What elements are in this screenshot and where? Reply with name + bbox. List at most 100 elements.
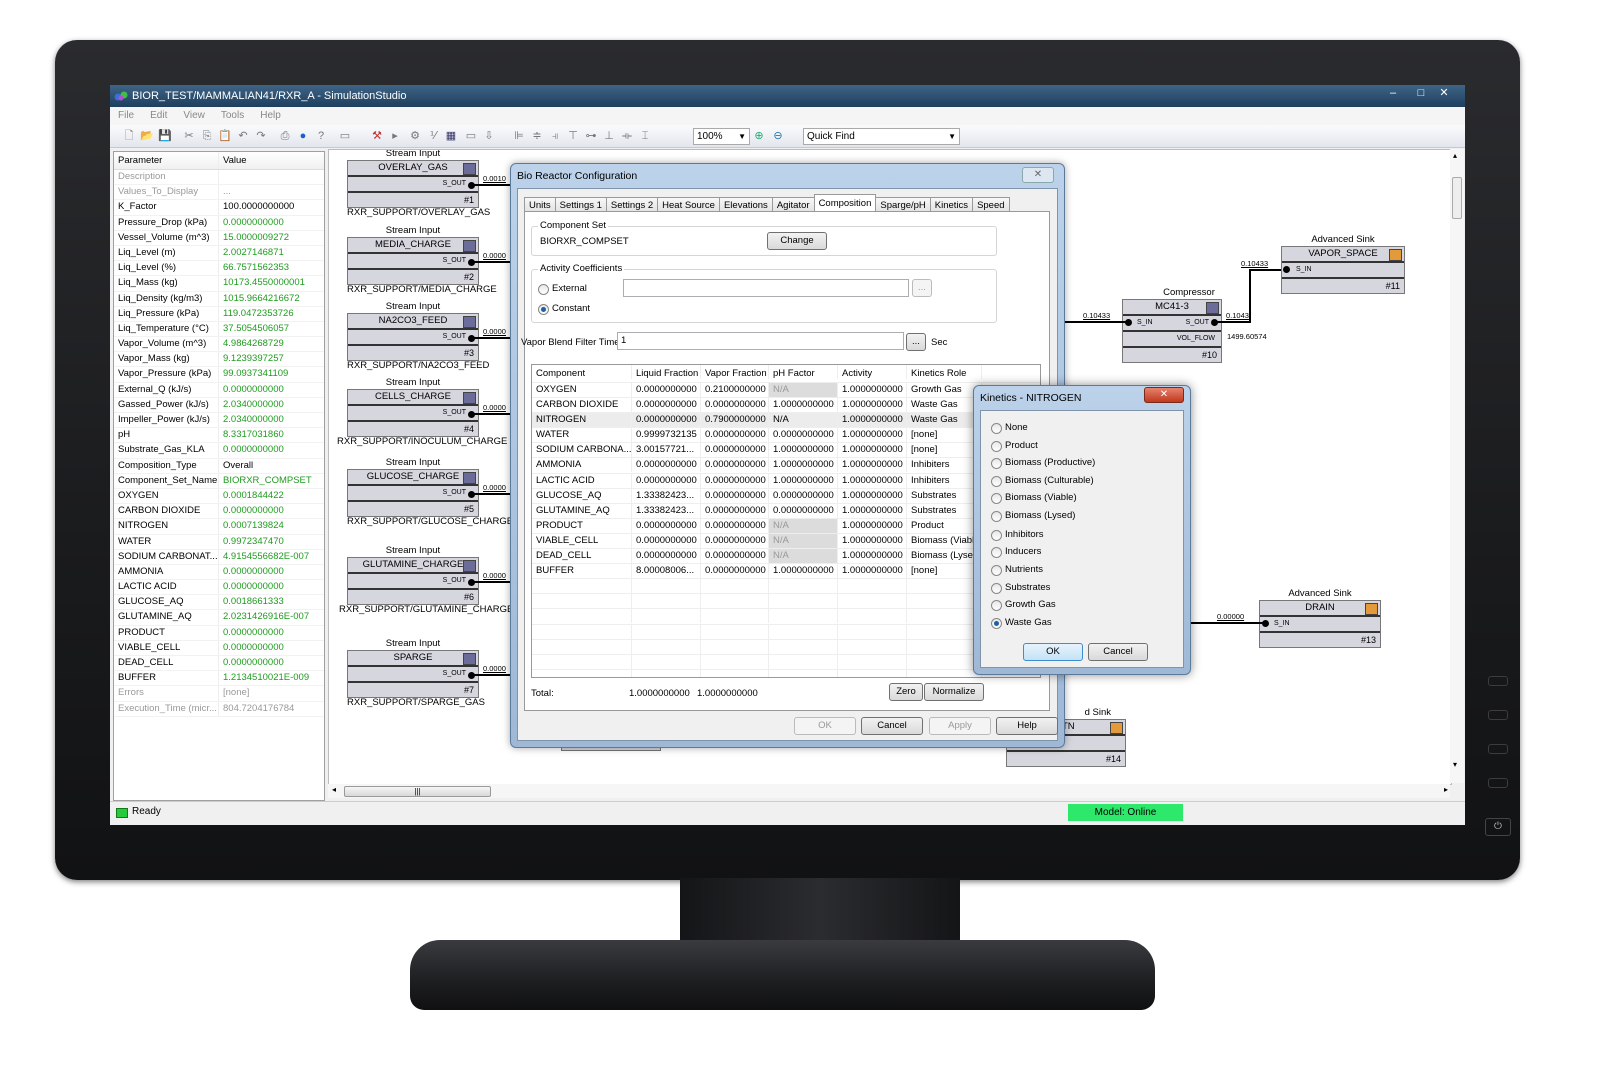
property-row[interactable]: GLUCOSE_AQ 0.0018661333: [114, 595, 324, 611]
output-port[interactable]: S_OUT: [348, 254, 478, 270]
grid-cell[interactable]: Biomass (Viable): [907, 533, 982, 548]
column-header-value[interactable]: Value: [219, 152, 247, 169]
grid-cell[interactable]: N/A: [769, 533, 838, 548]
stream-connection[interactable]: [1249, 269, 1251, 323]
paste-icon[interactable]: 📋: [218, 129, 232, 143]
grid-cell[interactable]: 0.0000000000: [701, 533, 769, 548]
grid-cell[interactable]: N/A: [769, 518, 838, 533]
output-port[interactable]: S_OUT: [348, 667, 478, 683]
kinetics-option-radio[interactable]: [991, 476, 1002, 487]
stream-input-block[interactable]: OVERLAY_GAS S_OUT #1: [347, 160, 479, 208]
advanced-sink-block[interactable]: DRAIN S_IN #13: [1259, 600, 1381, 648]
grid-cell[interactable]: 0.9999732135: [632, 428, 701, 443]
grid-cell[interactable]: 1.33382423...: [632, 488, 701, 503]
property-row[interactable]: Liq_Density (kg/m3) 1015.9664216672: [114, 291, 324, 307]
column-header[interactable]: pH Factor: [769, 365, 838, 379]
browse-button[interactable]: ...: [912, 279, 932, 297]
ok-button[interactable]: OK: [1023, 643, 1083, 661]
property-row[interactable]: OXYGEN 0.0001844422: [114, 488, 324, 505]
stream-connection[interactable]: [474, 184, 514, 186]
grid-cell[interactable]: 0.0000000000: [701, 443, 769, 458]
grid-cell[interactable]: 1.0000000000: [838, 533, 907, 548]
grid-cell[interactable]: 1.0000000000: [838, 473, 907, 488]
property-row[interactable]: NITROGEN 0.0007139824: [114, 519, 324, 535]
run-icon[interactable]: ▸: [388, 129, 402, 143]
scroll-up-icon[interactable]: ▴: [1453, 151, 1457, 160]
grid-cell[interactable]: 3.00157721...: [632, 443, 701, 458]
stream-input-block[interactable]: SPARGE S_OUT #7: [347, 650, 479, 698]
property-row[interactable]: Values_To_Display...: [114, 185, 324, 201]
constant-radio[interactable]: [538, 304, 549, 315]
vapor-blend-browse-button[interactable]: ...: [906, 333, 926, 351]
redo-icon[interactable]: ↷: [254, 129, 268, 143]
grid-cell[interactable]: 1.0000000000: [838, 443, 907, 458]
property-row[interactable]: Pressure_Drop (kPa) 0.0000000000: [114, 215, 324, 231]
grid-cell[interactable]: 1.0000000000: [838, 428, 907, 443]
grid-cell[interactable]: 1.0000000000: [769, 443, 838, 458]
apply-button[interactable]: Apply: [929, 717, 991, 735]
grid-cell[interactable]: 1.0000000000: [769, 564, 838, 579]
scroll-thumb[interactable]: [1452, 177, 1462, 219]
export-icon[interactable]: ⇩: [482, 129, 496, 143]
quick-find-select[interactable]: Quick Find ▼: [803, 128, 960, 145]
normalize-button[interactable]: Normalize: [924, 683, 984, 701]
grid-cell[interactable]: 1.0000000000: [769, 398, 838, 413]
property-row[interactable]: Liq_Temperature (°C) 37.5054506057: [114, 321, 324, 338]
property-row[interactable]: pH 8.3317031860: [114, 428, 324, 444]
menu-help[interactable]: Help: [252, 107, 289, 125]
grid-cell[interactable]: 1.0000000000: [769, 473, 838, 488]
property-row[interactable]: Errors [none]: [114, 686, 324, 702]
stream-connection[interactable]: [474, 261, 514, 263]
horizontal-scrollbar[interactable]: ◂ ||| ▸: [328, 784, 1450, 798]
property-row[interactable]: Vapor_Mass (kg) 9.1239397257: [114, 352, 324, 368]
external-file-input[interactable]: [623, 279, 909, 297]
property-row[interactable]: Liq_Level (m) 2.0027146871: [114, 245, 324, 262]
external-radio[interactable]: [538, 284, 549, 295]
property-row[interactable]: Execution_Time (micr... 804.7204176784: [114, 701, 324, 717]
property-row[interactable]: Substrate_Gas_KLA 0.0000000000: [114, 443, 324, 459]
close-button[interactable]: ✕: [1022, 167, 1054, 183]
grid-cell[interactable]: 0.0000000000: [701, 458, 769, 473]
grid-cell[interactable]: 8.00008006...: [632, 564, 701, 579]
grid-cell[interactable]: Growth Gas: [907, 383, 982, 397]
align-top-icon[interactable]: ⊤: [566, 129, 580, 143]
input-port[interactable]: S_IN: [1137, 316, 1153, 330]
grid-cell[interactable]: Waste Gas: [907, 398, 982, 413]
new-icon[interactable]: 🗋: [122, 129, 136, 143]
grid-cell[interactable]: 1.0000000000: [838, 398, 907, 413]
kinetics-option-radio[interactable]: [991, 565, 1002, 576]
stream-connection[interactable]: [474, 493, 514, 495]
grid-cell[interactable]: [none]: [907, 443, 982, 458]
zoom-out-icon[interactable]: ⊖: [771, 129, 785, 143]
grid-cell[interactable]: N/A: [769, 413, 838, 428]
grid-row[interactable]: VIABLE_CELL 0.0000000000 0.0000000000 N/A 1.…: [532, 533, 1040, 550]
print-icon[interactable]: ⎙: [278, 129, 292, 143]
grid-row[interactable]: AMMONIA 0.0000000000 0.0000000000 1.0000000…: [532, 458, 1040, 474]
grid-icon[interactable]: ▦: [444, 129, 458, 143]
grid-cell[interactable]: 0.0000000000: [632, 533, 701, 548]
units-icon[interactable]: ⅟: [426, 129, 440, 143]
grid-cell[interactable]: 0.7900000000: [701, 413, 769, 428]
grid-row[interactable]: CARBON DIOXIDE 0.0000000000 0.0000000000 1.…: [532, 398, 1040, 414]
menu-tools[interactable]: Tools: [213, 107, 252, 125]
property-row[interactable]: Vapor_Volume (m^3) 4.9864268729: [114, 337, 324, 353]
context-help-icon[interactable]: ?: [314, 129, 328, 143]
grid-cell[interactable]: 0.0000000000: [632, 413, 701, 428]
grid-cell[interactable]: 1.0000000000: [838, 503, 907, 518]
stream-input-block[interactable]: GLUTAMINE_CHARGE S_OUT #6: [347, 557, 479, 605]
align-left-icon[interactable]: ⊫: [512, 129, 526, 143]
zoom-select[interactable]: 100% ▼: [693, 128, 750, 145]
property-row[interactable]: Liq_Pressure (kPa) 119.0472353726: [114, 306, 324, 322]
output-port[interactable]: S_OUT: [348, 177, 478, 193]
grid-cell[interactable]: 0.2100000000: [701, 383, 769, 397]
kinetics-option-radio[interactable]: [991, 493, 1002, 504]
kinetics-option-radio[interactable]: [991, 441, 1002, 452]
vertical-scrollbar[interactable]: ▴ ▾: [1450, 149, 1464, 783]
view-icon[interactable]: ▭: [464, 129, 478, 143]
property-row[interactable]: Component_Set_Name BIORXR_COMPSET: [114, 473, 324, 489]
grid-cell[interactable]: 1.0000000000: [838, 549, 907, 564]
grid-cell[interactable]: Biomass (Lysed): [907, 549, 982, 564]
minimize-button[interactable]: ‒: [1380, 85, 1406, 103]
grid-cell[interactable]: N/A: [769, 383, 838, 397]
scroll-down-icon[interactable]: ▾: [1453, 760, 1457, 769]
